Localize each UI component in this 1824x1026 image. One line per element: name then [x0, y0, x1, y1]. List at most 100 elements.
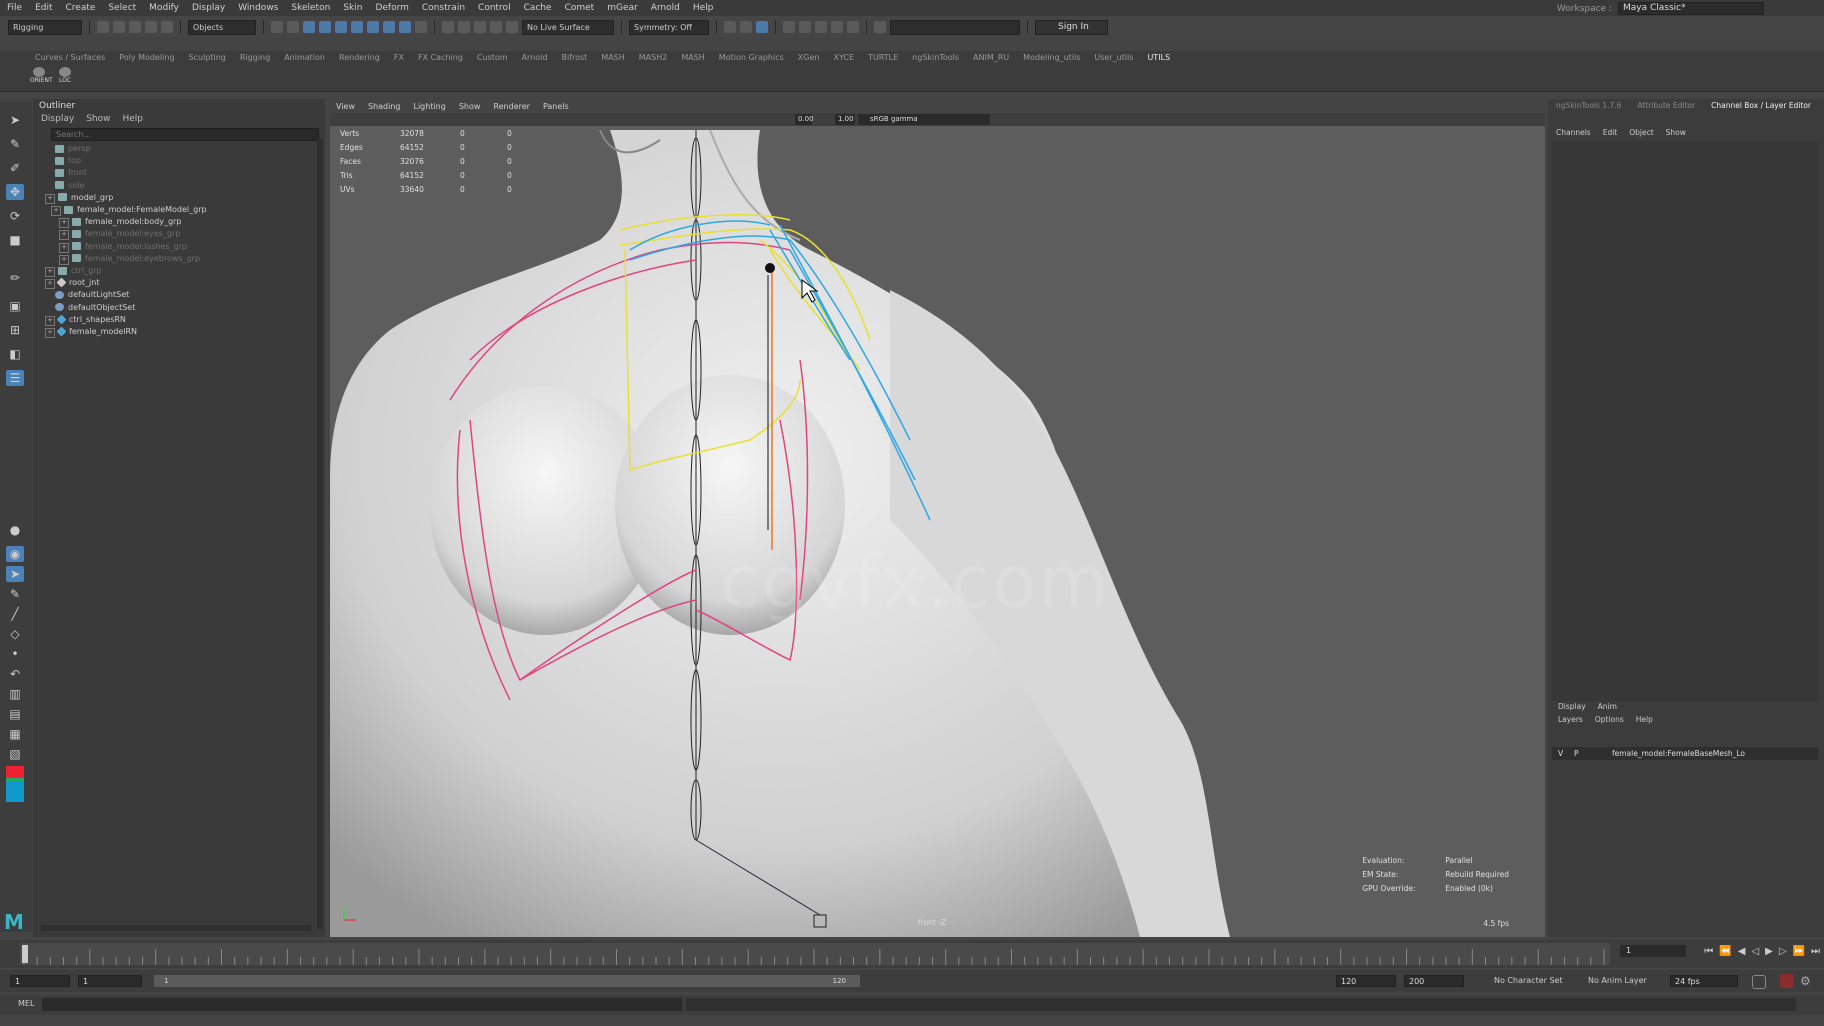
outliner-item-female-model-eyes-grp[interactable]: + female_model:eyes_grp [59, 228, 180, 241]
menu-comet[interactable]: Comet [558, 3, 601, 13]
step-back-key-icon[interactable]: ⏪ [1719, 946, 1731, 957]
channel-menu-show[interactable]: Show [1666, 128, 1686, 137]
shelf-tab-bifrost[interactable]: Bifrost [554, 51, 594, 65]
command-input[interactable] [42, 998, 682, 1011]
undo-icon[interactable] [145, 21, 157, 33]
colorspace-dropdown[interactable]: sRGB gamma [858, 114, 990, 125]
expand-toggle-icon[interactable]: + [45, 279, 55, 290]
arnold-render-icon[interactable] [831, 21, 843, 33]
select-object-icon[interactable] [287, 21, 299, 33]
lasso-tool-icon[interactable]: ✎ [6, 136, 24, 152]
ipr-render-icon[interactable] [740, 21, 752, 33]
camera-icon[interactable]: ▤ [6, 706, 24, 722]
input-line-icon[interactable] [874, 21, 886, 33]
expand-toggle-icon[interactable]: + [45, 328, 55, 338]
undo-tool-icon[interactable]: ↶ [6, 666, 24, 682]
menu-control[interactable]: Control [471, 3, 517, 13]
go-to-end-icon[interactable]: ⏭ [1811, 946, 1820, 957]
rotate-tool-icon[interactable]: ⟳ [6, 208, 24, 224]
snap-curve-icon[interactable] [458, 21, 470, 33]
mel-label[interactable]: MEL [18, 999, 34, 1008]
expand-toggle-icon[interactable]: + [45, 193, 55, 204]
gamma-field[interactable]: 1.00 [835, 114, 855, 125]
shelf-tab-xgen[interactable]: XGen [791, 51, 827, 65]
viewport-menu-show[interactable]: Show [459, 100, 481, 113]
shelf-tab-modeling-utils[interactable]: Modeling_utils [1016, 51, 1087, 65]
menu-constrain[interactable]: Constrain [415, 3, 471, 13]
outliner-vertical-scrollbar[interactable] [317, 139, 323, 929]
brush-icon[interactable]: ● [6, 522, 24, 538]
paint-icon[interactable]: ✎ [6, 586, 24, 602]
menu-cache[interactable]: Cache [517, 3, 558, 13]
expand-toggle-icon[interactable]: + [51, 206, 61, 216]
orient-shelf-button[interactable]: ORIENT [30, 67, 53, 89]
outliner-item-female-model-femalemodel-grp[interactable]: + female_model:FemaleModel_grp [51, 204, 207, 216]
outliner-item-ctrl-shapesrn[interactable]: + ctrl_shapesRN [45, 314, 126, 326]
outliner-item-female-model-lashes-grp[interactable]: + female_model:lashes_grp [59, 241, 187, 253]
auto-key-icon[interactable] [1780, 974, 1794, 988]
loop-icon[interactable] [1752, 975, 1766, 989]
go-to-start-icon[interactable]: ⏮ [1704, 946, 1713, 957]
scale-tool-icon[interactable]: ■ [6, 232, 24, 248]
layer-name[interactable]: female_model:FemaleBaseMesh_Lo [1612, 747, 1745, 760]
lock-selection-icon[interactable] [415, 21, 427, 33]
mask-joints-icon[interactable] [319, 21, 331, 33]
animation-start-field[interactable]: 1 [10, 975, 70, 987]
shelf-tab-fx[interactable]: FX [387, 51, 411, 65]
render-view-icon[interactable] [799, 21, 811, 33]
locator-shelf-button[interactable]: LOC [56, 67, 74, 89]
shelf-tab-arnold[interactable]: Arnold [515, 51, 555, 65]
channel-menu-object[interactable]: Object [1629, 128, 1653, 137]
viewport-scene[interactable] [330, 100, 1545, 937]
shelf-tab-mash2[interactable]: MASH2 [632, 51, 675, 65]
expand-toggle-icon[interactable]: + [59, 254, 69, 265]
render-current-frame-icon[interactable] [724, 21, 736, 33]
ruler-icon[interactable]: ╱ [6, 606, 24, 622]
channel-menu-edit[interactable]: Edit [1603, 128, 1618, 137]
shelf-tab-motion-graphics[interactable]: Motion Graphics [712, 51, 791, 65]
anim-layer-dropdown[interactable]: No Anim Layer [1588, 976, 1647, 985]
shelf-tab-sculpting[interactable]: Sculpting [182, 51, 233, 65]
mask-rendering-icon[interactable] [399, 21, 411, 33]
current-frame-field[interactable]: 1 [1620, 945, 1686, 957]
outliner-item-female-modelrn[interactable]: + female_modelRN [45, 326, 137, 338]
layer-playback-toggle[interactable]: P [1574, 747, 1579, 760]
redo-icon[interactable] [161, 21, 173, 33]
panel-tab-ngskintools-1-7-6[interactable]: ngSkinTools 1.7.6 [1548, 99, 1629, 112]
character-set-dropdown[interactable]: No Character Set [1494, 976, 1563, 985]
layer-visibility-toggle[interactable]: V [1558, 747, 1563, 760]
expand-toggle-icon[interactable]: + [59, 242, 69, 253]
script-editor-icon[interactable] [815, 21, 827, 33]
render-settings-icon[interactable] [756, 21, 768, 33]
last-tool-icon[interactable]: ✏ [6, 270, 24, 286]
shelf-tab-fx-caching[interactable]: FX Caching [411, 51, 470, 65]
menu-modify[interactable]: Modify [142, 3, 185, 13]
outliner-menu-show[interactable]: Show [86, 114, 110, 124]
expand-toggle-icon[interactable]: + [45, 267, 55, 277]
outliner-item-persp[interactable]: persp [55, 143, 91, 155]
display-layer-row[interactable]: V P female_model:FemaleBaseMesh_Lo [1552, 747, 1818, 760]
expand-toggle-icon[interactable]: + [59, 218, 69, 229]
menuset-dropdown[interactable]: Rigging [8, 19, 82, 35]
layer-tab-anim[interactable]: Anim [1598, 702, 1617, 711]
layer-menu-layers[interactable]: Layers [1558, 715, 1583, 724]
save-scene-icon[interactable] [129, 21, 141, 33]
color-swatch-icon[interactable] [6, 766, 24, 802]
play-backward-icon[interactable]: ◁ [1751, 946, 1759, 957]
outliner-item-top[interactable]: top [55, 155, 81, 167]
timeline-ticks[interactable] [20, 943, 1610, 965]
select-hierarchy-icon[interactable] [271, 21, 283, 33]
outliner-item-female-model-eyebrows-grp[interactable]: + female_model:eyebrows_grp [59, 253, 200, 265]
selection-mode-dropdown[interactable]: Objects [188, 19, 256, 35]
outliner-horizontal-scrollbar[interactable] [41, 925, 311, 931]
shelf-tab-anim-ru[interactable]: ANIM_RU [966, 51, 1016, 65]
mask-handles-icon[interactable] [303, 21, 315, 33]
menu-file[interactable]: File [0, 3, 28, 13]
shelf-tab-rigging[interactable]: Rigging [233, 51, 277, 65]
select-arrow-icon[interactable]: ➤ [6, 566, 24, 582]
pause-icon[interactable] [847, 21, 859, 33]
playback-start-field[interactable]: 1 [78, 975, 142, 987]
eraser-icon[interactable]: ◇ [6, 626, 24, 642]
shelf-tab-curves-surfaces[interactable]: Curves / Surfaces [28, 51, 112, 65]
step-forward-key-icon[interactable]: ⏩ [1793, 946, 1805, 957]
